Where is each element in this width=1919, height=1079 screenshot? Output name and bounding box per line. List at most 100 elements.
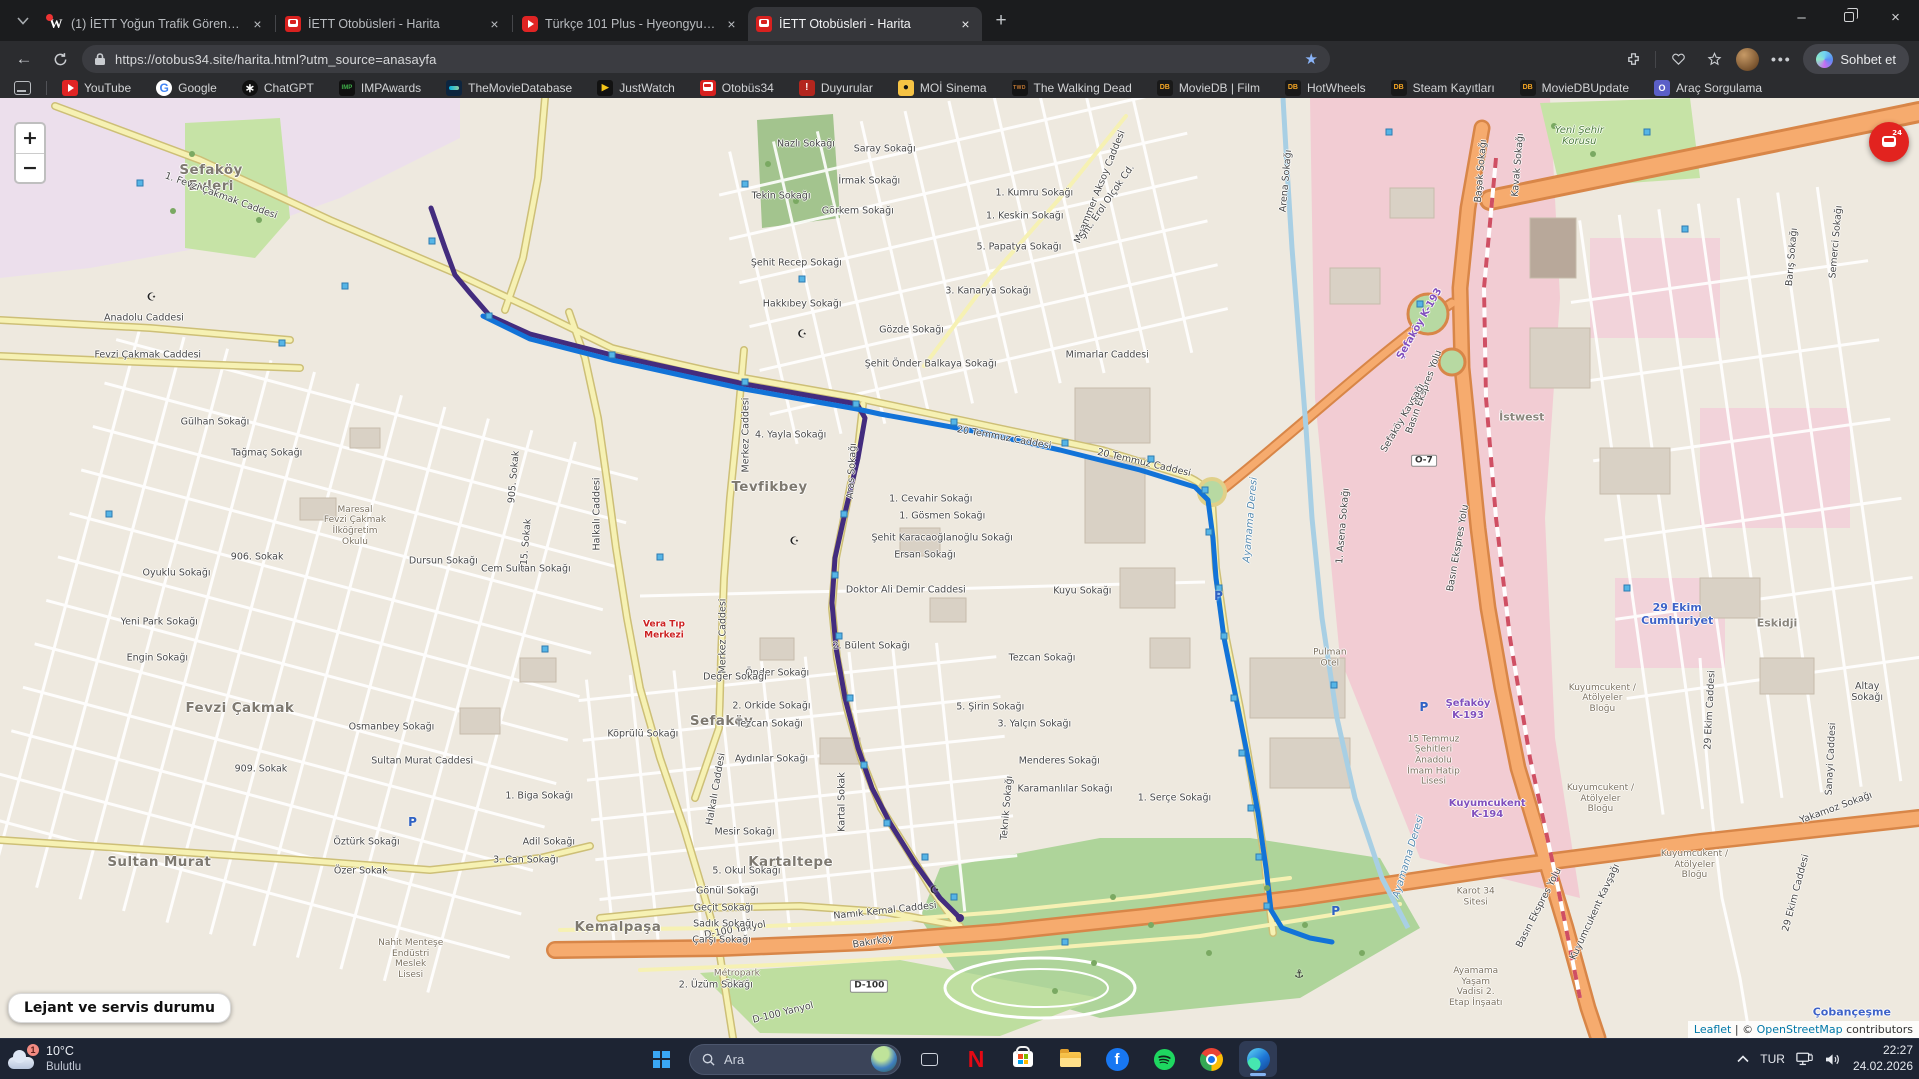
route-fab-button[interactable]: 24 (1869, 122, 1909, 162)
language-indicator[interactable]: TUR (1760, 1052, 1785, 1066)
edge-app-button-active[interactable] (1239, 1041, 1277, 1077)
leaflet-link[interactable]: Leaflet (1694, 1023, 1731, 1036)
task-view-button[interactable] (910, 1041, 948, 1077)
bus-stop-marker (1643, 128, 1650, 135)
moi-icon: ● (898, 80, 914, 96)
db-icon: DB (1520, 80, 1536, 96)
browser-essentials-button[interactable] (1664, 45, 1692, 73)
bookmark-item[interactable]: DBHotWheels (1285, 80, 1366, 96)
start-button[interactable] (642, 1041, 680, 1077)
youtube-icon (62, 80, 78, 96)
bookmark-item[interactable]: ▶JustWatch (597, 80, 675, 96)
minimize-button[interactable]: – (1778, 0, 1825, 34)
bookmark-item[interactable]: YouTube (62, 80, 131, 96)
bookmark-item[interactable]: TWDThe Walking Dead (1012, 80, 1132, 96)
favorites-button[interactable] (1700, 45, 1728, 73)
leaflet-map[interactable]: Sefaköy EvleriFevzi ÇakmakTevfikbeySefak… (0, 98, 1919, 1038)
browser-tab-1[interactable]: W (1) İETT Yoğun Trafik Gören Hatlar × (40, 7, 274, 41)
netflix-app-button[interactable]: N (957, 1041, 995, 1077)
tray-time: 22:27 (1853, 1043, 1913, 1059)
chrome-app-button[interactable] (1192, 1041, 1230, 1077)
tab-divider (512, 15, 513, 32)
tab-close-button[interactable]: × (249, 16, 266, 33)
settings-menu-button[interactable]: ••• (1767, 45, 1795, 73)
bing-daily-image[interactable] (871, 1046, 897, 1072)
tab-close-button[interactable]: × (957, 16, 974, 33)
restore-button[interactable] (1825, 0, 1872, 34)
bookmark-item[interactable]: ∗ChatGPT (242, 80, 314, 96)
network-icon[interactable] (1796, 1052, 1814, 1067)
bookmark-label: MOİ Sinema (920, 81, 987, 95)
spotify-app-button[interactable] (1145, 1041, 1183, 1077)
tab-title: İETT Otobüsleri - Harita (308, 17, 479, 31)
address-bar[interactable]: https://otobus34.site/harita.html?utm_so… (82, 45, 1330, 73)
sidebar-apps-icon[interactable] (14, 81, 31, 95)
copilot-button[interactable]: Sohbet et (1803, 44, 1909, 74)
bookmark-item[interactable]: OAraç Sorgulama (1654, 80, 1762, 96)
microsoft-store-button[interactable] (1004, 1041, 1042, 1077)
zoom-in-button[interactable]: + (16, 124, 44, 153)
tab-close-button[interactable]: × (486, 16, 503, 33)
restore-icon (1844, 12, 1854, 22)
back-button[interactable]: ← (10, 45, 38, 73)
new-tab-button[interactable]: + (986, 6, 1016, 36)
weather-widget[interactable]: 1 10°C Bulutlu (8, 1044, 81, 1074)
tab-close-button[interactable]: × (723, 16, 740, 33)
desktop: W (1) İETT Yoğun Trafik Gören Hatlar × İ… (0, 0, 1919, 1079)
osm-link[interactable]: OpenStreetMap (1757, 1023, 1843, 1036)
bus-stop-marker (428, 237, 435, 244)
facebook-app-button[interactable]: f (1098, 1041, 1136, 1077)
volume-icon[interactable] (1825, 1052, 1842, 1067)
bookmark-item[interactable]: IMPIMPAwards (339, 80, 421, 96)
toolbar-divider (1655, 51, 1656, 68)
url-text[interactable]: https://otobus34.site/harita.html?utm_so… (115, 52, 1296, 67)
bus-stop-marker (1062, 439, 1069, 446)
twd-icon: TWD (1012, 80, 1028, 96)
bus-stop-marker (1248, 804, 1255, 811)
bookmark-item[interactable]: TheMovieDatabase (446, 80, 572, 96)
attribution-rest: contributors (1843, 1023, 1913, 1036)
facebook-icon: f (1106, 1048, 1129, 1071)
refresh-button[interactable] (46, 45, 74, 73)
browser-tab-4-active[interactable]: İETT Otobüsleri - Harita × (748, 7, 982, 41)
bookmark-item[interactable]: Otobüs34 (700, 80, 774, 96)
browser-tab-3[interactable]: Türkçe 101 Plus - Hyeongyu Oh & × (514, 7, 748, 41)
hidden-icons-button[interactable] (1737, 1055, 1749, 1063)
wikipedia-favicon: W (48, 16, 64, 32)
bookmark-item[interactable]: ● MOİ Sinema (898, 80, 987, 96)
bus-stop-marker (847, 694, 854, 701)
bookmark-label: HotWheels (1307, 81, 1366, 95)
impawards-icon: IMP (339, 80, 355, 96)
tree-icon (1590, 151, 1596, 157)
browser-tab-2[interactable]: İETT Otobüsleri - Harita × (277, 7, 511, 41)
tree-icon (1264, 885, 1270, 891)
browser-tab-bar: W (1) İETT Yoğun Trafik Gören Hatlar × İ… (0, 0, 1919, 41)
tab-search-button[interactable] (6, 6, 40, 36)
close-button[interactable]: × (1872, 0, 1919, 34)
copilot-icon (1816, 51, 1833, 68)
bus-stop-marker (106, 511, 113, 518)
bookmark-item[interactable]: DBMovieDBUpdate (1520, 80, 1629, 96)
chevron-up-icon (1737, 1055, 1749, 1063)
profile-avatar[interactable] (1736, 48, 1759, 71)
taskbar-clock[interactable]: 22:27 24.02.2026 (1853, 1043, 1913, 1074)
search-icon (702, 1053, 715, 1066)
otobus34-favicon (756, 16, 772, 32)
file-explorer-button[interactable] (1051, 1041, 1089, 1077)
bookmark-item[interactable]: DBSteam Kayıtları (1391, 80, 1495, 96)
bookmark-label: Otobüs34 (722, 81, 774, 95)
store-icon (1013, 1051, 1033, 1067)
bus-stop-marker (1263, 903, 1270, 910)
zoom-out-button[interactable]: − (16, 153, 44, 182)
legend-button[interactable]: Lejant ve servis durumu (8, 993, 231, 1023)
extensions-button[interactable] (1619, 45, 1647, 73)
bookmark-item[interactable]: GGoogle (156, 80, 217, 96)
bookmark-star-icon[interactable]: ★ (1305, 50, 1318, 68)
bookmark-item[interactable]: !Duyurular (799, 80, 873, 96)
taskbar-search[interactable]: Ara (689, 1044, 901, 1075)
bus-stop-marker (831, 571, 838, 578)
bookmark-item[interactable]: DBMovieDB | Film (1157, 80, 1260, 96)
puzzle-icon (1626, 52, 1641, 67)
bus-stop-marker (1221, 632, 1228, 639)
task-view-icon (921, 1053, 938, 1066)
